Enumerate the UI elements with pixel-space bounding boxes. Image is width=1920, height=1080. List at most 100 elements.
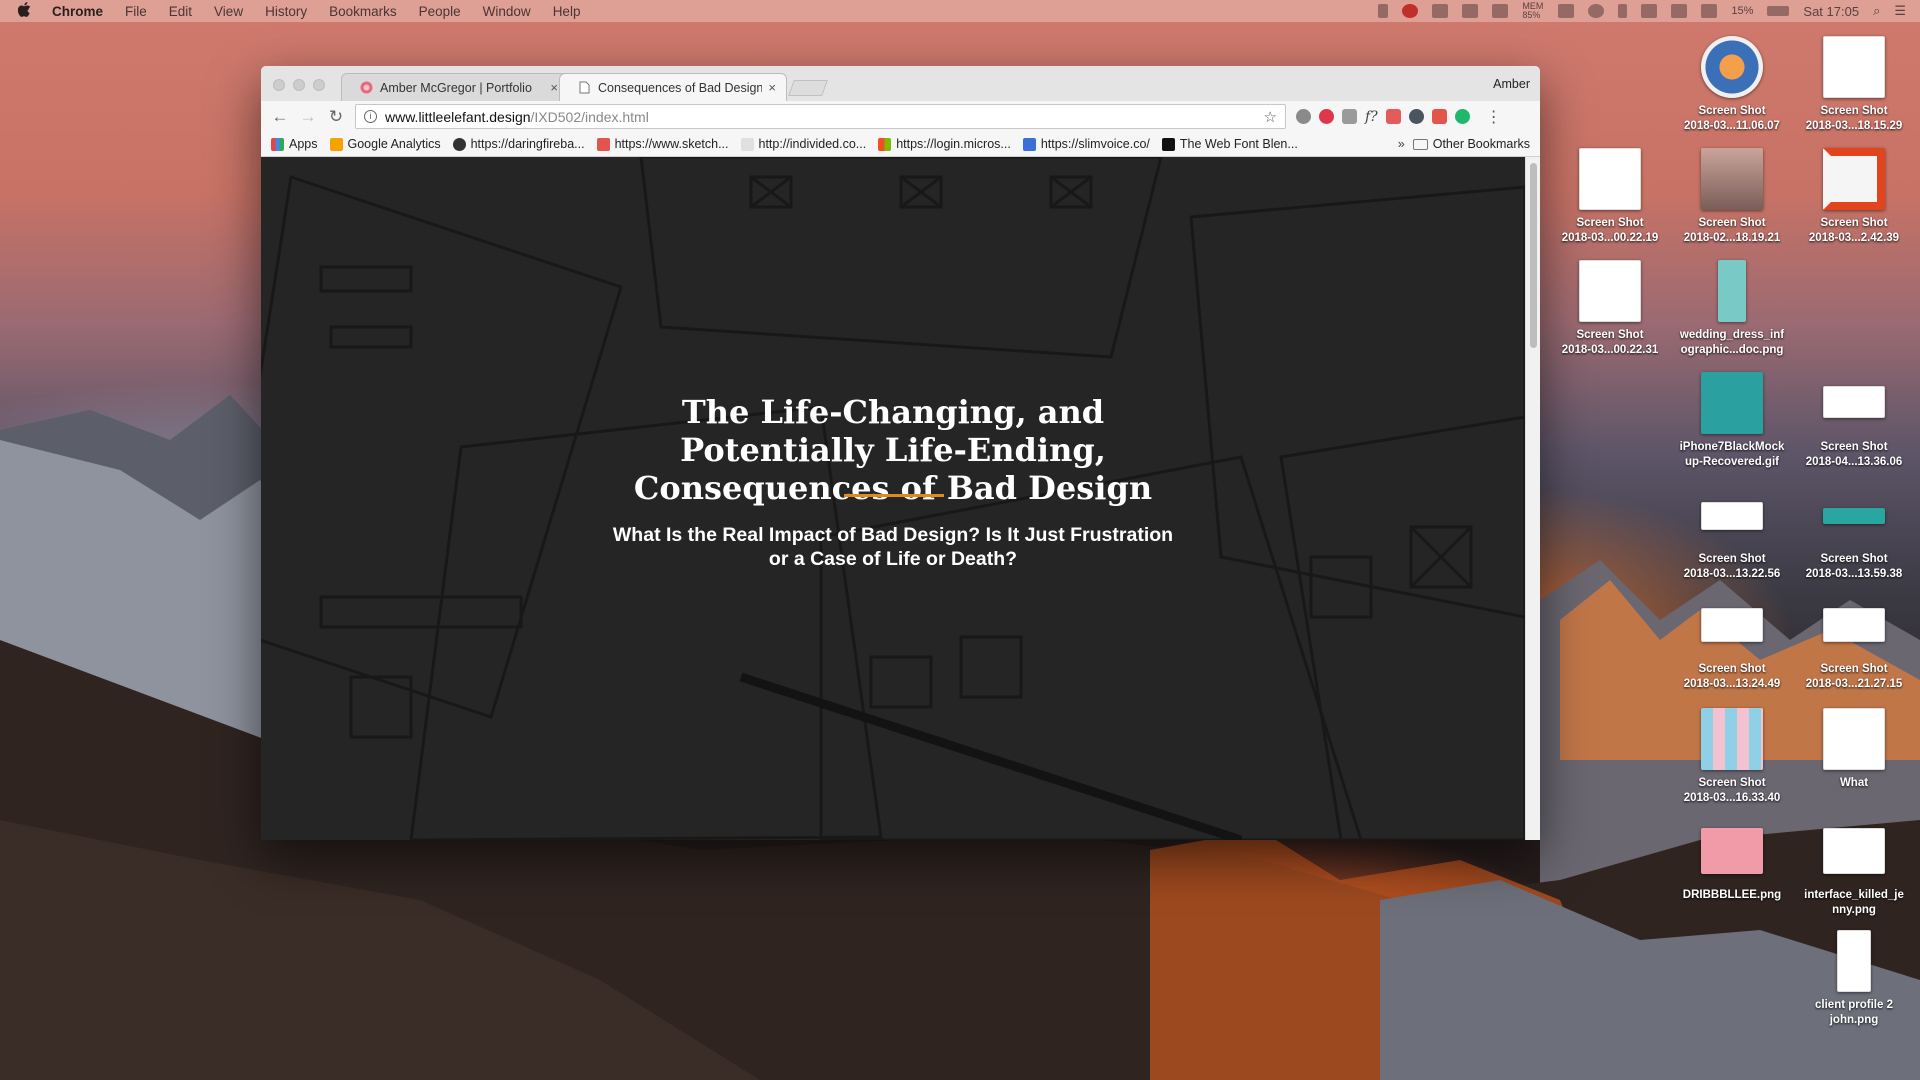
chrome-menu-icon[interactable]: ⋮ bbox=[1486, 107, 1502, 127]
location-arrow-icon[interactable] bbox=[1378, 4, 1389, 18]
desktop-file[interactable]: Screen Shot 2018-03...16.33.40 bbox=[1672, 708, 1792, 806]
desktop-file[interactable]: iPhone7BlackMock up-Recovered.gif bbox=[1672, 372, 1792, 470]
bookmark-label: https://www.sketch... bbox=[614, 137, 729, 151]
tab-consequences[interactable]: Consequences of Bad Design × bbox=[559, 73, 787, 101]
url-host: www.littleelefant.design bbox=[385, 108, 531, 125]
battery-percent[interactable]: 15% bbox=[1731, 5, 1753, 17]
back-arrow-icon[interactable]: ← bbox=[269, 107, 291, 127]
menu-view[interactable]: View bbox=[214, 4, 243, 19]
file-thumbnail bbox=[1701, 708, 1763, 770]
file-label: iPhone7BlackMock bbox=[1679, 441, 1785, 453]
menu-help[interactable]: Help bbox=[553, 4, 581, 19]
time-machine-icon[interactable] bbox=[1588, 4, 1605, 18]
other-bookmarks[interactable]: Other Bookmarks bbox=[1412, 137, 1530, 151]
desktop-file[interactable]: Screen Shot 2018-03...2.42.39 bbox=[1794, 148, 1914, 246]
info-icon[interactable]: i bbox=[364, 110, 377, 123]
bookmark-label: Google Analytics bbox=[347, 137, 441, 151]
notification-icon[interactable] bbox=[1492, 4, 1509, 18]
desktop-file[interactable]: wedding_dress_inf ographic...doc.png bbox=[1672, 260, 1792, 358]
close-tab-icon[interactable]: × bbox=[768, 80, 776, 95]
forward-arrow-icon[interactable]: → bbox=[297, 107, 319, 127]
dropper-icon[interactable] bbox=[1342, 109, 1357, 124]
address-bar[interactable]: i www.littleelefant.design/IXD502/index.… bbox=[355, 104, 1286, 129]
bookmark-label: http://individed.co... bbox=[758, 137, 867, 151]
bluetooth-icon[interactable] bbox=[1618, 4, 1628, 18]
desktop-file[interactable]: Screen Shot 2018-03...13.24.49 bbox=[1672, 596, 1792, 692]
b-icon bbox=[1161, 137, 1175, 151]
apple-icon[interactable] bbox=[17, 2, 38, 20]
desktop-file[interactable]: Screen Shot 2018-03...00.22.31 bbox=[1550, 260, 1670, 358]
file-label: 2018-03...00.22.31 bbox=[1561, 344, 1659, 356]
weibo-icon[interactable] bbox=[1402, 4, 1419, 18]
menu-file[interactable]: File bbox=[125, 4, 147, 19]
desktop-file[interactable]: Screen Shot 2018-03...18.15.29 bbox=[1794, 36, 1914, 134]
bookmark-star-icon[interactable]: ☆ bbox=[1264, 108, 1277, 126]
memory-indicator[interactable]: MEM 85% bbox=[1522, 2, 1544, 20]
desktop-file[interactable]: Screen Shot 2018-02...18.19.21 bbox=[1672, 148, 1792, 246]
more-bookmarks-icon[interactable]: » bbox=[1398, 137, 1405, 151]
volume-icon[interactable] bbox=[1701, 4, 1718, 18]
desktop-file[interactable]: interface_killed_je nny.png bbox=[1794, 820, 1914, 918]
wifi-icon[interactable] bbox=[1641, 4, 1658, 18]
bookmark-sketch[interactable]: https://www.sketch... bbox=[596, 137, 729, 151]
whatfont-icon[interactable]: f? bbox=[1365, 109, 1378, 125]
red-extension-icon[interactable] bbox=[1385, 109, 1401, 124]
spotlight-icon[interactable]: ⌕ bbox=[1873, 3, 1880, 19]
other-bookmarks-label: Other Bookmarks bbox=[1432, 137, 1530, 151]
bookmark-slimvoice[interactable]: https://slimvoice.co/ bbox=[1022, 137, 1150, 151]
menu-chrome[interactable]: Chrome bbox=[52, 4, 103, 19]
vertical-scrollbar[interactable] bbox=[1525, 157, 1540, 840]
profile-button[interactable]: Amber bbox=[1493, 77, 1530, 91]
zoom-window-button[interactable] bbox=[313, 79, 325, 91]
app-icon[interactable] bbox=[1432, 4, 1449, 18]
menu-bookmarks[interactable]: Bookmarks bbox=[329, 4, 397, 19]
slimvoice-icon bbox=[1022, 137, 1036, 151]
menu-window[interactable]: Window bbox=[483, 4, 531, 19]
bookmark-individed[interactable]: http://individed.co... bbox=[740, 137, 867, 151]
grid-extension-icon[interactable] bbox=[1431, 109, 1447, 124]
tab-portfolio[interactable]: Amber McGregor | Portfolio × bbox=[341, 73, 569, 101]
bookmark-webfontblender[interactable]: The Web Font Blen... bbox=[1161, 137, 1298, 151]
reload-icon[interactable]: ↻ bbox=[325, 107, 347, 127]
activity-icon[interactable] bbox=[1558, 4, 1575, 18]
desktop-file[interactable]: Screen Shot 2018-03...13.22.56 bbox=[1672, 484, 1792, 582]
dark-extension-icon[interactable] bbox=[1408, 109, 1424, 124]
desktop-file[interactable]: Screen Shot 2018-04...13.36.06 bbox=[1794, 372, 1914, 470]
extension-gray-icon[interactable] bbox=[1296, 109, 1311, 124]
desktop-file[interactable]: Screen Shot 2018-03...13.59.38 bbox=[1794, 484, 1914, 582]
file-label: DRIBBBLLEE.png bbox=[1682, 889, 1782, 901]
airplay-icon[interactable] bbox=[1671, 4, 1688, 18]
desktop-file[interactable]: client profile 2 john.png bbox=[1794, 930, 1914, 1028]
new-tab-button[interactable] bbox=[788, 80, 828, 96]
desktop-file[interactable]: Screen Shot 2018-03...11.06.07 bbox=[1672, 36, 1792, 134]
close-tab-icon[interactable]: × bbox=[550, 80, 558, 95]
minimize-window-button[interactable] bbox=[293, 79, 305, 91]
desktop-file[interactable]: What bbox=[1794, 708, 1914, 791]
file-label: Screen Shot bbox=[1698, 777, 1766, 789]
pinterest-icon[interactable] bbox=[1319, 109, 1334, 124]
menu-edit[interactable]: Edit bbox=[169, 4, 192, 19]
file-label: Screen Shot bbox=[1820, 105, 1888, 117]
dropbox-icon[interactable] bbox=[1462, 4, 1479, 18]
close-window-button[interactable] bbox=[273, 79, 285, 91]
notification-center-icon[interactable]: ☰ bbox=[1894, 3, 1906, 19]
battery-icon[interactable] bbox=[1767, 6, 1790, 16]
extensions: f? ⋮ bbox=[1296, 107, 1502, 127]
desktop-file[interactable]: DRIBBBLLEE.png bbox=[1672, 820, 1792, 903]
bookmark-google-analytics[interactable]: Google Analytics bbox=[329, 137, 441, 151]
star-badge-icon bbox=[452, 137, 466, 151]
browser-toolbar: ← → ↻ i www.littleelefant.design/IXD502/… bbox=[261, 101, 1540, 132]
file-thumbnail bbox=[1701, 828, 1763, 874]
scrollbar-thumb[interactable] bbox=[1530, 163, 1537, 348]
bookmark-apps[interactable]: Apps bbox=[271, 137, 318, 151]
desktop-file[interactable]: Screen Shot 2018-03...21.27.15 bbox=[1794, 596, 1914, 692]
desktop-file[interactable]: Screen Shot 2018-03...00.22.19 bbox=[1550, 148, 1670, 246]
menu-history[interactable]: History bbox=[265, 4, 307, 19]
menu-people[interactable]: People bbox=[419, 4, 461, 19]
bookmark-microsoft[interactable]: https://login.micros... bbox=[878, 137, 1011, 151]
bookmark-daringfireball[interactable]: https://daringfireba... bbox=[452, 137, 585, 151]
grammarly-icon[interactable] bbox=[1454, 109, 1470, 124]
status-area: MEM 85% 15% Sat 17:05 ⌕ ☰ bbox=[1378, 2, 1906, 20]
clock[interactable]: Sat 17:05 bbox=[1803, 4, 1859, 19]
browser-window: Amber McGregor | Portfolio × Consequence… bbox=[261, 66, 1540, 840]
